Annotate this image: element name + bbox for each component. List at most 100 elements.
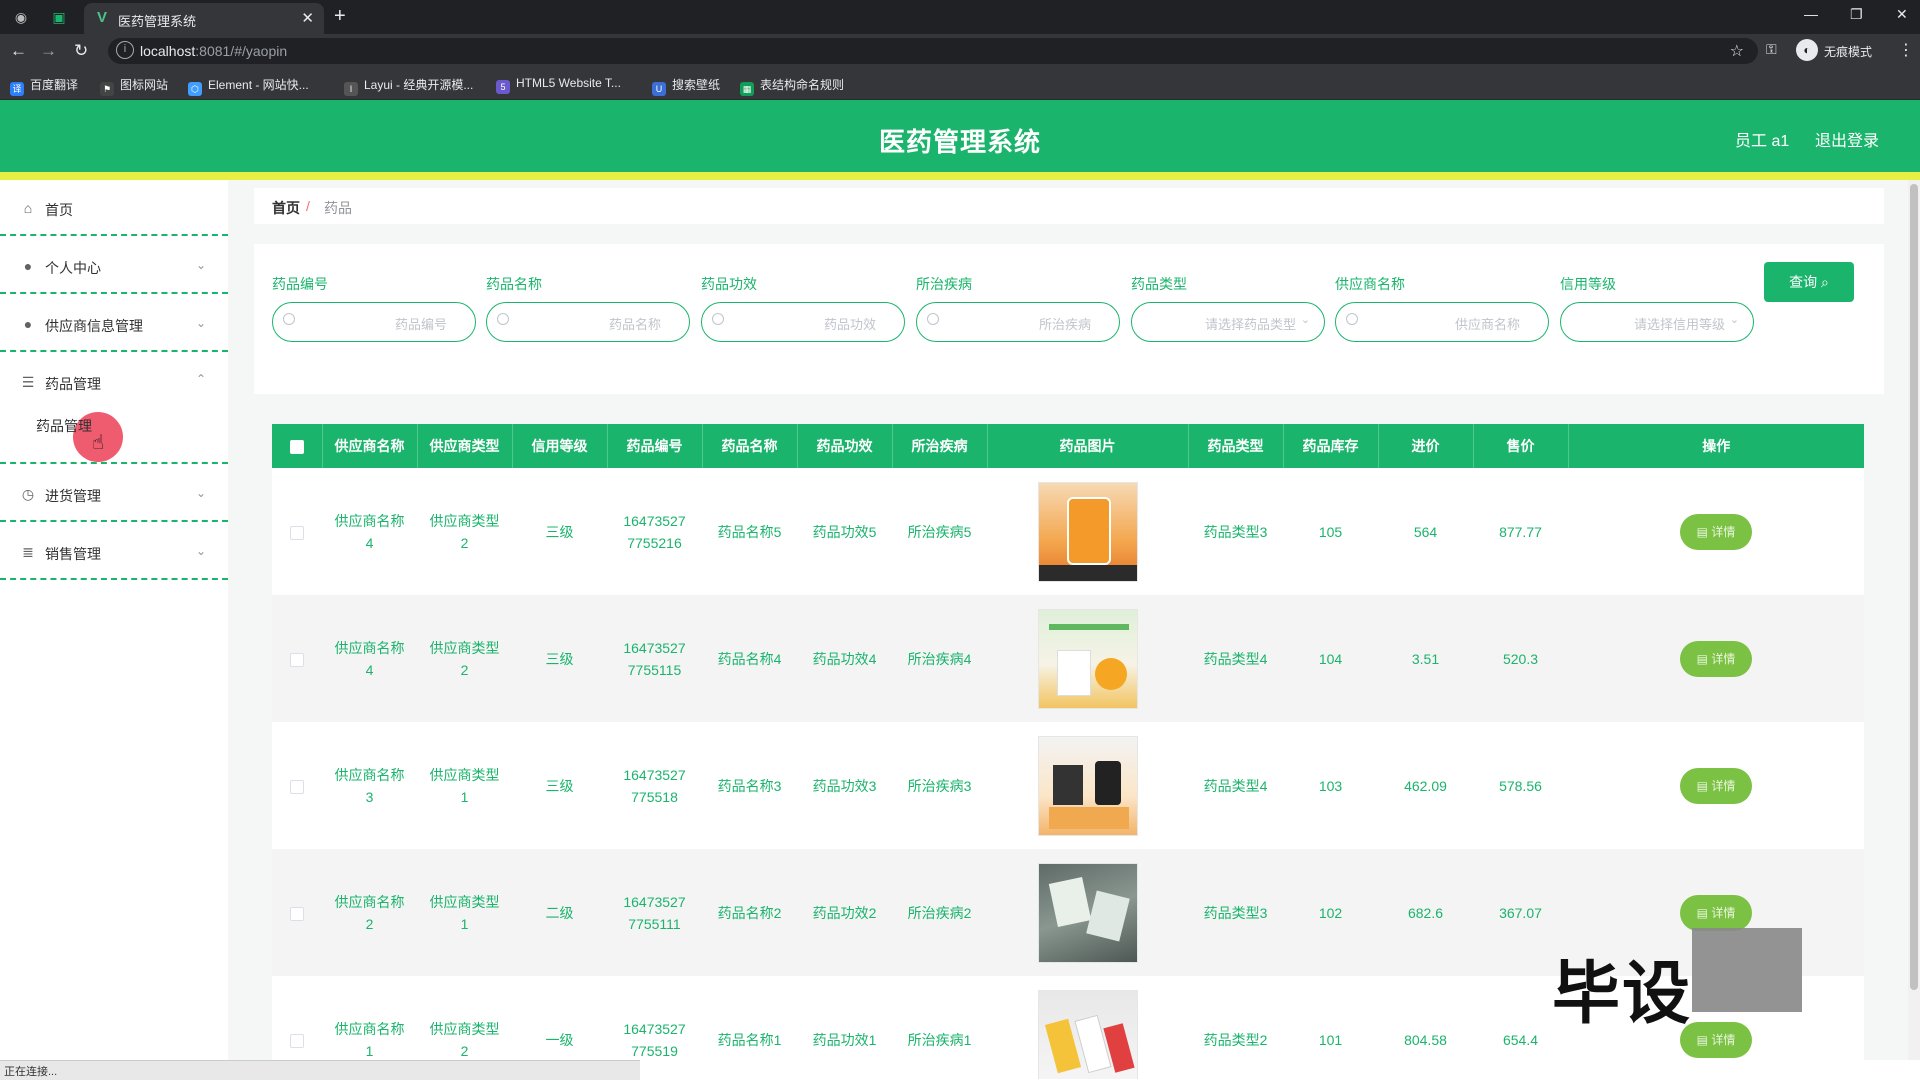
input-placeholder: 药品名称 — [608, 317, 661, 332]
field-label-supplier-name: 供应商名称 — [1335, 276, 1405, 292]
detail-button[interactable]: ▤ 详情 — [1680, 640, 1752, 677]
cell-credit-level: 二级 — [545, 904, 574, 921]
detail-button[interactable]: ▤ 详情 — [1680, 513, 1752, 550]
reload-icon[interactable]: ↻ — [74, 41, 88, 61]
sidebar: ⌂ 首页 ● 个人中心 ⌄ ● 供应商信息管理 ⌄ ☰ 药品管理 ⌃ ◷ 进货管… — [0, 180, 228, 1060]
url-input[interactable]: i localhost:8081/#/yaopin ☆ — [108, 38, 1758, 64]
close-window-icon[interactable]: ✕ — [1896, 6, 1908, 23]
cell-cost-price: 3.51 — [1411, 650, 1440, 667]
detail-button[interactable]: ▤ 详情 — [1680, 767, 1752, 804]
search-panel: 药品编号 药品编号 药品名称 药品名称 药品功效 药品功效 所治疾病 所治疾病 … — [254, 244, 1884, 394]
bookmark-star-icon[interactable]: ☆ — [1730, 41, 1744, 61]
incognito-icon[interactable]: ◐ — [1796, 39, 1818, 61]
user-icon: ● — [23, 316, 33, 332]
layui-icon: l — [344, 82, 358, 96]
tab-close-icon[interactable]: ✕ — [301, 9, 314, 27]
cell-drug-image — [987, 976, 1188, 1079]
minimize-icon[interactable]: — — [1804, 6, 1818, 22]
drug-type-select[interactable]: 请选择药品类型 ⌄ — [1131, 302, 1325, 342]
cell-supplier-name: 供应商名称 4 — [334, 512, 405, 551]
breadcrumb: 首页 / 药品 — [254, 188, 1884, 224]
restore-icon[interactable]: ❐ — [1850, 6, 1863, 23]
select-placeholder: 请选择药品类型 — [1204, 317, 1296, 332]
clock-icon: ◷ — [21, 486, 35, 502]
select-all-checkbox[interactable] — [272, 424, 323, 468]
browser-more-icon[interactable]: ⋮ — [1898, 40, 1914, 60]
logout-link[interactable]: 退出登录 — [1815, 127, 1879, 151]
bookmark-item[interactable]: 5 HTML5 Website T... — [496, 76, 621, 94]
bookmark-item[interactable]: ▦ 表结构命名规则 — [740, 76, 844, 96]
url-text: localhost:8081/#/yaopin — [140, 43, 288, 59]
supplier-name-input[interactable]: 供应商名称 — [1335, 302, 1549, 342]
drug-image[interactable] — [1037, 862, 1138, 963]
col-drug-effect: 药品功效 — [797, 424, 893, 468]
pinned-tab-icon[interactable]: ▣ — [50, 8, 68, 26]
table-header-row: 供应商名称 供应商类型 信用等级 药品编号 药品名称 药品功效 所治疾病 药品图… — [272, 424, 1864, 468]
breadcrumb-home[interactable]: 首页 — [272, 198, 300, 218]
current-user[interactable]: 员工 a1 — [1735, 127, 1789, 151]
forward-icon[interactable]: → — [40, 41, 57, 61]
cell-credit-level: 三级 — [545, 523, 574, 540]
vue-favicon-icon: V — [96, 9, 107, 26]
site-info-icon[interactable]: i — [116, 41, 134, 59]
cell-drug-image — [987, 468, 1188, 595]
document-icon: ▤ — [1696, 778, 1708, 793]
cell-drug-code: 16473527 7755115 — [623, 639, 686, 678]
col-disease: 所治疾病 — [892, 424, 988, 468]
pointer-hand-icon: ☝ — [92, 432, 105, 454]
col-sale-price: 售价 — [1473, 424, 1569, 468]
key-icon[interactable]: ⚿ — [1766, 41, 1777, 58]
sidebar-item-supplier-management[interactable]: ● 供应商信息管理 ⌄ — [0, 296, 228, 352]
bookmark-item[interactable]: ⚑ 图标网站 — [100, 76, 168, 96]
drug-image[interactable] — [1037, 735, 1138, 836]
drug-image[interactable] — [1037, 481, 1138, 582]
bookmark-item[interactable]: l Layui - 经典开源模... — [344, 76, 473, 96]
row-checkbox[interactable] — [272, 722, 322, 849]
query-button[interactable]: 查询 ⌕ — [1764, 262, 1854, 302]
translate-icon: 译 — [10, 82, 24, 96]
chevron-down-icon: ⌄ — [1300, 314, 1310, 326]
select-placeholder: 请选择信用等级 — [1633, 317, 1725, 332]
disease-input[interactable]: 所治疾病 — [916, 302, 1120, 342]
checkbox-icon — [290, 906, 304, 921]
document-icon: ▤ — [1696, 651, 1708, 666]
drug-image[interactable] — [1037, 608, 1138, 709]
header-accent-strip — [0, 172, 1920, 180]
document-icon: ▤ — [1696, 1032, 1708, 1047]
cell-cost-price: 564 — [1413, 523, 1438, 540]
search-icon — [927, 313, 939, 325]
bookmark-item[interactable]: U 搜索壁纸 — [652, 76, 720, 96]
sidebar-item-home[interactable]: ⌂ 首页 — [0, 180, 228, 236]
incognito-label: 无痕模式 — [1824, 45, 1873, 59]
row-checkbox[interactable] — [272, 595, 322, 722]
browser-tab[interactable]: V 医药管理系统 ✕ — [84, 3, 324, 34]
sidebar-item-personal-center[interactable]: ● 个人中心 ⌄ — [0, 238, 228, 294]
new-tab-icon[interactable]: + — [334, 6, 346, 26]
chevron-down-icon: ⌄ — [195, 486, 206, 500]
row-checkbox[interactable] — [272, 849, 322, 976]
element-icon: ⬡ — [188, 82, 202, 96]
drug-name-input[interactable]: 药品名称 — [486, 302, 690, 342]
drug-image[interactable] — [1037, 989, 1138, 1079]
cell-sale-price: 877.77 — [1499, 523, 1542, 540]
cell-drug-effect: 药品功效1 — [812, 1031, 877, 1048]
sidebar-item-purchase-management[interactable]: ◷ 进货管理 ⌄ — [0, 466, 228, 522]
bookmark-item[interactable]: 译百度翻译 — [10, 76, 78, 96]
row-checkbox[interactable] — [272, 468, 322, 595]
input-placeholder: 药品编号 — [394, 317, 447, 332]
detail-button[interactable]: ▤ 详情 — [1680, 894, 1752, 931]
cell-drug-name: 药品名称4 — [717, 650, 782, 667]
scrollbar-thumb[interactable] — [1910, 184, 1918, 990]
browser-menu-icon[interactable]: ◉ — [12, 8, 30, 26]
sidebar-item-label: 进货管理 — [45, 488, 101, 504]
cell-credit-level: 三级 — [545, 650, 574, 667]
credit-level-select[interactable]: 请选择信用等级 ⌄ — [1560, 302, 1754, 342]
submenu-item-drug-management[interactable]: 药品管理 — [36, 416, 92, 436]
back-icon[interactable]: ← — [10, 41, 27, 61]
app-title: 医药管理系统 — [878, 127, 1041, 157]
drug-code-input[interactable]: 药品编号 — [272, 302, 476, 342]
sidebar-item-sales-management[interactable]: ≣ 销售管理 ⌄ — [0, 524, 228, 580]
col-stock: 药品库存 — [1283, 424, 1379, 468]
bookmark-item[interactable]: ⬡ Element - 网站快... — [188, 76, 309, 96]
drug-effect-input[interactable]: 药品功效 — [701, 302, 905, 342]
